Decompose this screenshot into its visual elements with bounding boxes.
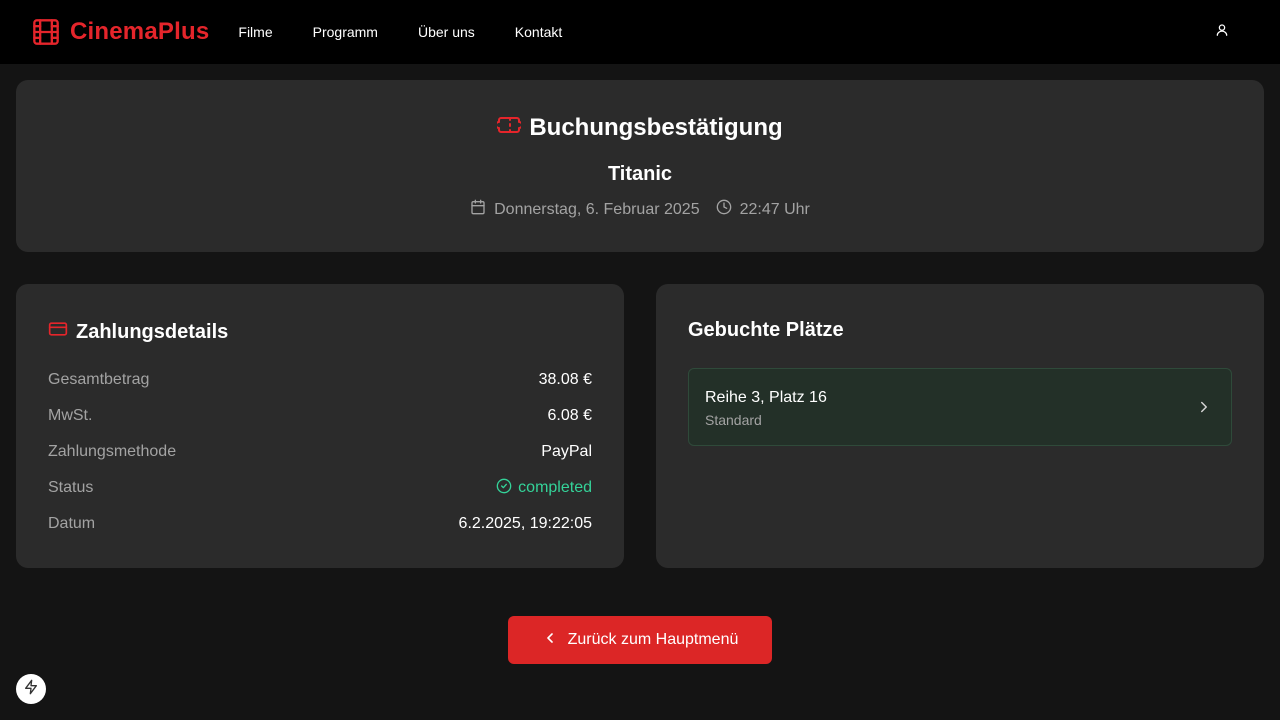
chevron-left-icon	[542, 630, 568, 651]
payment-section-title: Zahlungsdetails	[48, 319, 228, 345]
credit-card-icon	[48, 319, 76, 345]
payment-row-date: Datum 6.2.2025, 19:22:05	[48, 512, 592, 536]
back-to-main-menu-button[interactable]: Zurück zum Hauptmenü	[508, 616, 772, 664]
show-date: Donnerstag, 6. Februar 2025	[494, 200, 700, 218]
status-text: completed	[518, 479, 592, 496]
top-navigation-bar: CinemaPlus Filme Programm Über uns Konta…	[0, 0, 1280, 64]
nav-link-filme[interactable]: Filme	[231, 16, 279, 48]
payment-value: 38.08 €	[538, 371, 592, 388]
show-time: 22:47 Uhr	[739, 200, 810, 218]
back-button-label: Zurück zum Hauptmenü	[567, 631, 739, 648]
payment-row-vat: MwSt. 6.08 €	[48, 404, 592, 428]
nav-link-ueber-uns[interactable]: Über uns	[411, 16, 482, 48]
nav-link-kontakt[interactable]: Kontakt	[508, 16, 569, 48]
chevron-right-icon	[1195, 398, 1213, 421]
main-nav: Filme Programm Über uns Kontakt	[231, 16, 595, 48]
confirmation-heading: Buchungsbestätigung	[0, 113, 1280, 142]
payment-label: Status	[48, 479, 94, 496]
lightning-icon	[23, 679, 39, 700]
user-icon	[1215, 23, 1229, 42]
seats-title: Gebuchte Plätze	[688, 319, 844, 341]
payment-row-total: Gesamtbetrag 38.08 €	[48, 368, 592, 392]
payment-label: Gesamtbetrag	[48, 371, 150, 388]
payment-title: Zahlungsdetails	[76, 320, 229, 343]
page-title: Buchungsbestätigung	[529, 113, 783, 141]
clock-icon	[716, 199, 740, 220]
ticket-icon	[495, 113, 524, 142]
payment-value: 6.08 €	[547, 407, 592, 424]
check-circle-icon	[496, 478, 518, 499]
dev-tools-button[interactable]	[16, 674, 46, 704]
brand-name: CinemaPlus	[70, 18, 210, 45]
status-badge: completed	[496, 478, 592, 499]
brand-logo-link[interactable]: CinemaPlus	[32, 18, 209, 46]
payment-value: PayPal	[541, 443, 592, 460]
payment-label: Datum	[48, 515, 96, 532]
user-account-button[interactable]	[1212, 22, 1232, 42]
payment-row-method: Zahlungsmethode PayPal	[48, 440, 592, 464]
payment-row-status: Status completed	[48, 476, 592, 500]
nav-link-programm[interactable]: Programm	[306, 16, 385, 48]
seat-list-item[interactable]: Reihe 3, Platz 16 Standard	[688, 368, 1232, 446]
seats-section-title: Gebuchte Plätze	[688, 319, 844, 342]
payment-label: MwSt.	[48, 407, 93, 424]
payment-value: 6.2.2025, 19:22:05	[458, 515, 592, 532]
payment-label: Zahlungsmethode	[48, 443, 177, 460]
film-icon	[32, 18, 60, 46]
showtime-info: Donnerstag, 6. Februar 2025 22:47 Uhr	[0, 199, 1280, 220]
calendar-icon	[470, 199, 494, 220]
movie-title: Titanic	[607, 163, 673, 185]
seat-type: Standard	[705, 412, 762, 428]
seat-name: Reihe 3, Platz 16	[705, 389, 827, 406]
